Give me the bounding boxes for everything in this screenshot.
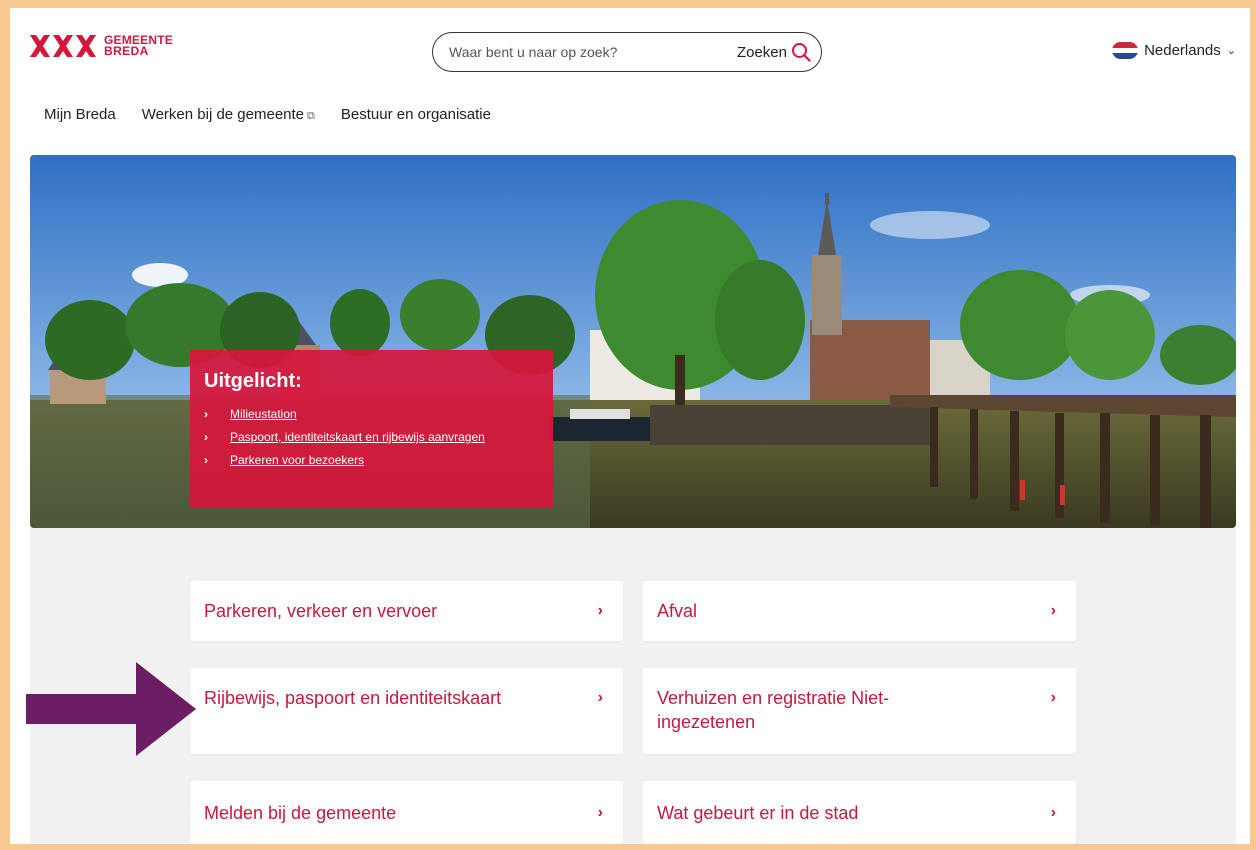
chevron-right-icon: › <box>1050 803 1056 821</box>
category-label: Wat gebeurt er in de stad <box>657 802 859 823</box>
search-bar: Zoeken <box>432 32 822 72</box>
category-label: Rijbewijs, paspoort en identiteitskaart <box>204 688 502 708</box>
category-card-stad[interactable]: Wat gebeurt er in de stad › <box>643 781 1076 844</box>
dutch-flag-icon <box>1112 42 1139 59</box>
language-selector[interactable]: Nederlands ⌄ <box>1112 42 1236 59</box>
featured-item: › Milieustation <box>204 407 539 421</box>
chevron-right-icon: › <box>204 453 208 467</box>
featured-box: Uitgelicht: › Milieustation › Paspoort, … <box>190 350 553 508</box>
nav-item-mijn-breda[interactable]: Mijn Breda <box>44 106 116 123</box>
logo-text: GEMEENTE BREDA <box>104 34 173 58</box>
category-label: Verhuizen en registratie Niet-ingezetene… <box>657 688 890 732</box>
annotation-arrow-icon <box>26 662 196 756</box>
featured-link-milieustation[interactable]: Milieustation <box>230 407 297 421</box>
category-label: Afval <box>657 601 698 621</box>
logo-line2: BREDA <box>104 44 149 58</box>
nav-item-werken-label[interactable]: Werken bij de gemeente <box>142 106 304 123</box>
chevron-right-icon: › <box>597 602 603 619</box>
featured-title: Uitgelicht: <box>204 370 302 392</box>
external-link-icon: ⧉ <box>307 110 315 122</box>
chevron-right-icon: › <box>597 689 603 706</box>
category-label: Parkeren, verkeer en vervoer <box>204 601 438 621</box>
category-card-melden[interactable]: Melden bij de gemeente › <box>190 781 623 844</box>
chevron-right-icon: › <box>204 407 208 421</box>
category-card-rijbewijs[interactable]: Rijbewijs, paspoort en identiteitskaart … <box>190 668 623 754</box>
featured-link-parkeren[interactable]: Parkeren voor bezoekers <box>230 453 364 467</box>
category-card-verhuizen[interactable]: Verhuizen en registratie Niet-ingezetene… <box>643 668 1076 754</box>
nav-item-werken[interactable]: Werken bij de gemeente ⧉ <box>142 106 315 123</box>
language-label: Nederlands <box>1144 42 1221 59</box>
search-button[interactable]: Zoeken <box>737 42 811 62</box>
featured-item: › Parkeren voor bezoekers <box>204 453 539 467</box>
nav-item-bestuur[interactable]: Bestuur en organisatie <box>341 106 491 123</box>
chevron-right-icon: › <box>204 430 208 444</box>
main-nav: Mijn Breda Werken bij de gemeente ⧉ Bestu… <box>44 106 491 123</box>
featured-link-paspoort[interactable]: Paspoort, identiteitskaart en rijbewijs … <box>230 430 485 444</box>
chevron-down-icon: ⌄ <box>1226 45 1236 57</box>
search-icon <box>792 43 811 62</box>
category-card-parkeren[interactable]: Parkeren, verkeer en vervoer › <box>190 581 623 641</box>
category-label: Melden bij de gemeente <box>204 802 397 823</box>
featured-list: › Milieustation › Paspoort, identiteitsk… <box>204 407 539 467</box>
search-input[interactable] <box>449 44 737 60</box>
chevron-right-icon: › <box>597 803 603 821</box>
andreas-crosses-icon <box>30 35 96 57</box>
logo[interactable]: GEMEENTE BREDA <box>28 33 173 59</box>
category-card-afval[interactable]: Afval › <box>643 581 1076 641</box>
chevron-right-icon: › <box>1050 689 1056 706</box>
featured-item: › Paspoort, identiteitskaart en rijbewij… <box>204 430 539 444</box>
search-button-label: Zoeken <box>736 43 787 61</box>
chevron-right-icon: › <box>1050 602 1056 619</box>
page-frame: GEMEENTE BREDA Zoeken Nederlands ⌄ Mijn … <box>10 8 1250 844</box>
